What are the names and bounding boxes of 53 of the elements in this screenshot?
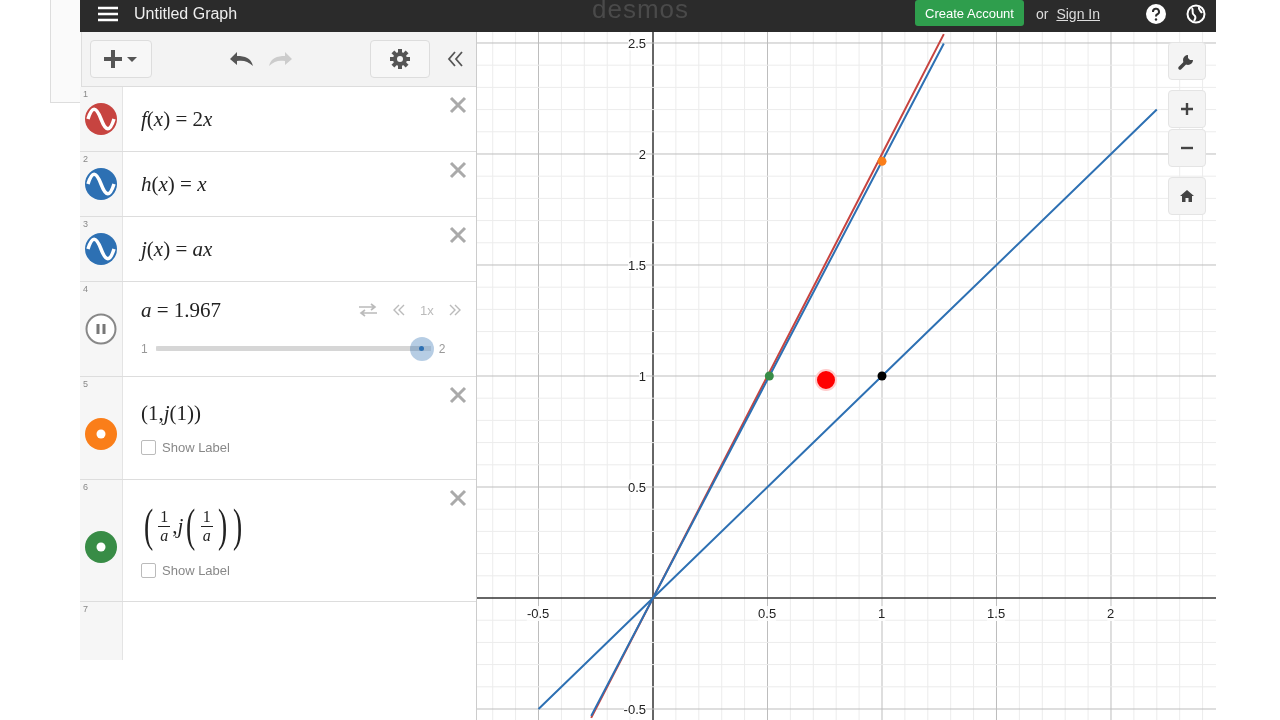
- gear-icon: [388, 48, 411, 70]
- point-icon[interactable]: [85, 418, 117, 450]
- row-number: 3: [83, 219, 88, 229]
- pause-icon[interactable]: [85, 313, 117, 345]
- wave-icon[interactable]: [84, 102, 118, 136]
- globe-icon[interactable]: [1186, 4, 1206, 24]
- slider-thumb[interactable]: [409, 336, 434, 361]
- axis-tick-label: 0.5: [758, 606, 777, 621]
- undo-icon[interactable]: [228, 50, 255, 68]
- axis-tick-label: 1.5: [987, 606, 1006, 621]
- plus-icon: [1180, 102, 1194, 116]
- menu-icon[interactable]: [98, 6, 118, 22]
- axis-tick-label: -0.5: [526, 606, 550, 621]
- row-number: 1: [83, 89, 88, 99]
- graph-point[interactable]: [877, 371, 887, 381]
- plus-caret-icon: [103, 49, 139, 69]
- sign-in-link[interactable]: Sign In: [1056, 6, 1100, 22]
- row-number: 6: [83, 482, 88, 492]
- checkbox[interactable]: [141, 563, 156, 578]
- slider-max: 2: [438, 341, 446, 356]
- row-number: 4: [83, 284, 88, 294]
- math-expression[interactable]: f(x) = 2x: [141, 106, 458, 132]
- axis-tick-label: 1.5: [627, 257, 646, 273]
- axis-tick-label: -0.5: [623, 701, 646, 717]
- math-expression[interactable]: j(x) = ax: [141, 236, 458, 262]
- checkbox[interactable]: [141, 440, 156, 455]
- axis-tick-label: 2.5: [627, 35, 646, 51]
- axis-tick-label: 2: [1107, 606, 1115, 621]
- settings-button[interactable]: [369, 40, 430, 78]
- axis-tick-label: 1: [878, 606, 886, 621]
- add-item-button[interactable]: [90, 40, 152, 78]
- math-expression[interactable]: (1,j(1)): [141, 401, 202, 426]
- zoom-in-button[interactable]: [1168, 90, 1206, 128]
- graph-title[interactable]: Untitled Graph: [134, 5, 238, 23]
- math-expression[interactable]: h(x) = x: [141, 171, 458, 197]
- home-button[interactable]: [1168, 177, 1206, 215]
- row-number: 7: [83, 604, 88, 614]
- row-number: 5: [83, 379, 88, 389]
- wave-icon[interactable]: [84, 232, 118, 266]
- touch-indicator: [813, 368, 838, 392]
- help-icon[interactable]: [1146, 4, 1166, 24]
- home-icon: [1179, 189, 1195, 203]
- axis-tick-label: 0.5: [627, 479, 646, 495]
- or-text: or: [1035, 6, 1049, 22]
- settings-button[interactable]: [1168, 42, 1206, 80]
- slider-min: 1: [141, 341, 148, 356]
- checkbox-label[interactable]: Show Label: [162, 440, 230, 455]
- wave-icon[interactable]: [84, 167, 118, 201]
- math-expression[interactable]: a = 1.967: [141, 297, 222, 323]
- point-icon[interactable]: [85, 530, 117, 563]
- row-number: 2: [83, 154, 88, 164]
- collapse-icon[interactable]: [445, 49, 466, 69]
- checkbox-label[interactable]: Show Label: [162, 563, 230, 578]
